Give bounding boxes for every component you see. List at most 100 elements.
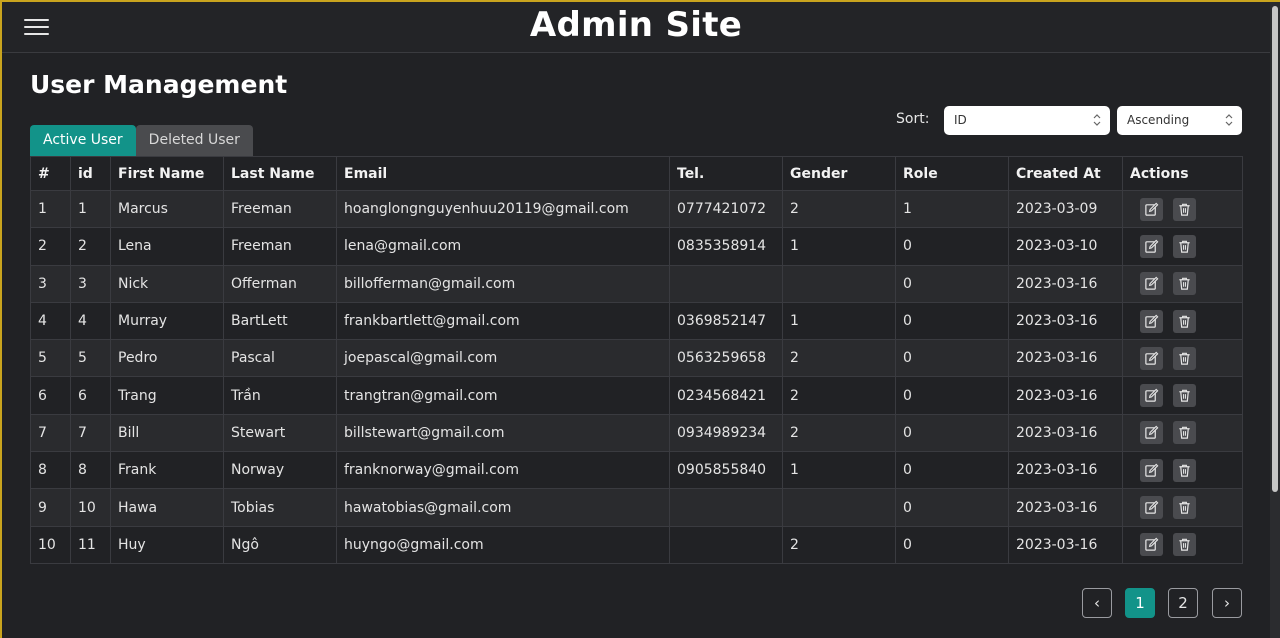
delete-button[interactable] [1173, 384, 1196, 408]
page-title: User Management [30, 70, 288, 99]
delete-button[interactable] [1173, 496, 1196, 520]
created-at-cell: 2023-03-09 [1008, 189, 1123, 229]
column-header[interactable]: # [30, 156, 71, 191]
table-row[interactable]: 8 8 Frank Norway franknorway@gmail.com 090585… [30, 451, 1243, 490]
edit-button[interactable] [1140, 346, 1163, 370]
column-header[interactable]: Created At [1008, 156, 1123, 191]
table-row[interactable]: 6 6 Trang Trần trangtran@gmail.com 0234568421… [30, 376, 1243, 415]
table-row[interactable]: 2 2 Lena Freeman lena@gmail.com 0835358914 1 0 2… [30, 227, 1243, 266]
table-row[interactable]: 3 3 Nick Offerman billofferman@gmail.com 0 202… [30, 264, 1243, 303]
table-row[interactable]: 5 5 Pedro Pascal joepascal@gmail.com 05632596… [30, 339, 1243, 378]
table-row[interactable]: 7 7 Bill Stewart billstewart@gmail.com 093498… [30, 413, 1243, 453]
last-name-cell: Pascal [223, 339, 337, 378]
created-at-cell: 2023-03-16 [1008, 376, 1123, 415]
tel-cell [669, 264, 783, 303]
edit-button[interactable] [1140, 421, 1163, 445]
first-name-cell: Marcus [110, 189, 224, 229]
prev-page-button[interactable]: ‹ [1082, 588, 1112, 618]
tel-cell: 0835358914 [669, 227, 783, 266]
last-name-cell: Ngô [223, 525, 337, 564]
trash-icon [1177, 240, 1192, 258]
edit-button[interactable] [1140, 197, 1163, 221]
row-number-cell: 5 [30, 339, 71, 378]
tel-cell: 0234568421 [669, 376, 783, 415]
next-page-button[interactable]: › [1212, 588, 1242, 618]
row-number-cell: 8 [30, 451, 71, 490]
edit-button[interactable] [1140, 309, 1163, 333]
column-header: Actions [1122, 156, 1243, 191]
column-header[interactable]: Gender [782, 156, 896, 191]
email-cell: huyngo@gmail.com [336, 525, 670, 564]
sort-field-select[interactable]: ID [944, 106, 1110, 135]
select-arrows-icon [1093, 114, 1101, 126]
table-body: 1 1 Marcus Freeman hoanglongnguyenhuu20119@g… [30, 189, 1243, 564]
edit-button[interactable] [1140, 533, 1163, 557]
first-name-cell: Huy [110, 525, 224, 564]
delete-button[interactable] [1173, 197, 1196, 221]
role-cell: 0 [895, 488, 1009, 527]
role-cell: 0 [895, 339, 1009, 378]
edit-icon [1144, 276, 1159, 295]
trash-icon [1177, 389, 1192, 407]
edit-button[interactable] [1140, 234, 1163, 258]
column-header[interactable]: Last Name [223, 156, 337, 191]
created-at-cell: 2023-03-16 [1008, 264, 1123, 303]
trash-icon [1177, 464, 1192, 482]
column-header[interactable]: Email [336, 156, 670, 191]
delete-button[interactable] [1173, 421, 1196, 445]
column-header[interactable]: Tel. [669, 156, 783, 191]
gender-cell: 1 [782, 451, 896, 490]
edit-button[interactable] [1140, 384, 1163, 408]
table-row[interactable]: 10 11 Huy Ngô huyngo@gmail.com 2 0 2023-03-16 [30, 525, 1243, 564]
last-name-cell: BartLett [223, 301, 337, 341]
tab-active-user[interactable]: Active User [30, 125, 136, 156]
column-header[interactable]: Role [895, 156, 1009, 191]
actions-cell [1122, 189, 1243, 229]
delete-button[interactable] [1173, 458, 1196, 482]
gender-cell: 2 [782, 339, 896, 378]
role-cell: 1 [895, 189, 1009, 229]
delete-button[interactable] [1173, 272, 1196, 296]
role-cell: 0 [895, 301, 1009, 341]
vertical-scrollbar[interactable] [1270, 2, 1280, 638]
delete-button[interactable] [1173, 234, 1196, 258]
column-header[interactable]: id [70, 156, 111, 191]
delete-button[interactable] [1173, 533, 1196, 557]
table-row[interactable]: 9 10 Hawa Tobias hawatobias@gmail.com 0 2023-0… [30, 488, 1243, 527]
actions-cell [1122, 525, 1243, 564]
tab-deleted-user[interactable]: Deleted User [135, 125, 253, 156]
gender-cell: 2 [782, 376, 896, 415]
edit-button[interactable] [1140, 272, 1163, 296]
row-number-cell: 7 [30, 413, 71, 453]
scrollbar-thumb[interactable] [1272, 6, 1278, 492]
table-row[interactable]: 1 1 Marcus Freeman hoanglongnguyenhuu20119@g… [30, 189, 1243, 229]
id-cell: 3 [70, 264, 111, 303]
id-cell: 5 [70, 339, 111, 378]
users-table: # id First Name Last Name Email Tel. Gen… [30, 156, 1243, 564]
edit-button[interactable] [1140, 496, 1163, 520]
id-cell: 6 [70, 376, 111, 415]
email-cell: trangtran@gmail.com [336, 376, 670, 415]
user-tabs: Active User Deleted User [30, 125, 253, 156]
page-2-button[interactable]: 2 [1168, 588, 1198, 618]
edit-button[interactable] [1140, 458, 1163, 482]
role-cell: 0 [895, 525, 1009, 564]
delete-button[interactable] [1173, 346, 1196, 370]
actions-cell [1122, 227, 1243, 266]
delete-button[interactable] [1173, 309, 1196, 333]
sort-label: Sort: [896, 111, 930, 127]
actions-cell [1122, 339, 1243, 378]
trash-icon [1177, 501, 1192, 519]
select-arrows-icon [1225, 114, 1233, 126]
last-name-cell: Trần [223, 376, 337, 415]
sort-order-select[interactable]: Ascending [1117, 106, 1242, 135]
first-name-cell: Bill [110, 413, 224, 453]
last-name-cell: Norway [223, 451, 337, 490]
gender-cell: 2 [782, 189, 896, 229]
tel-cell: 0369852147 [669, 301, 783, 341]
edit-icon [1144, 537, 1159, 556]
page-1-button[interactable]: 1 [1125, 588, 1155, 618]
tel-cell: 0563259658 [669, 339, 783, 378]
column-header[interactable]: First Name [110, 156, 224, 191]
table-row[interactable]: 4 4 Murray BartLett frankbartlett@gmail.com 0… [30, 301, 1243, 341]
